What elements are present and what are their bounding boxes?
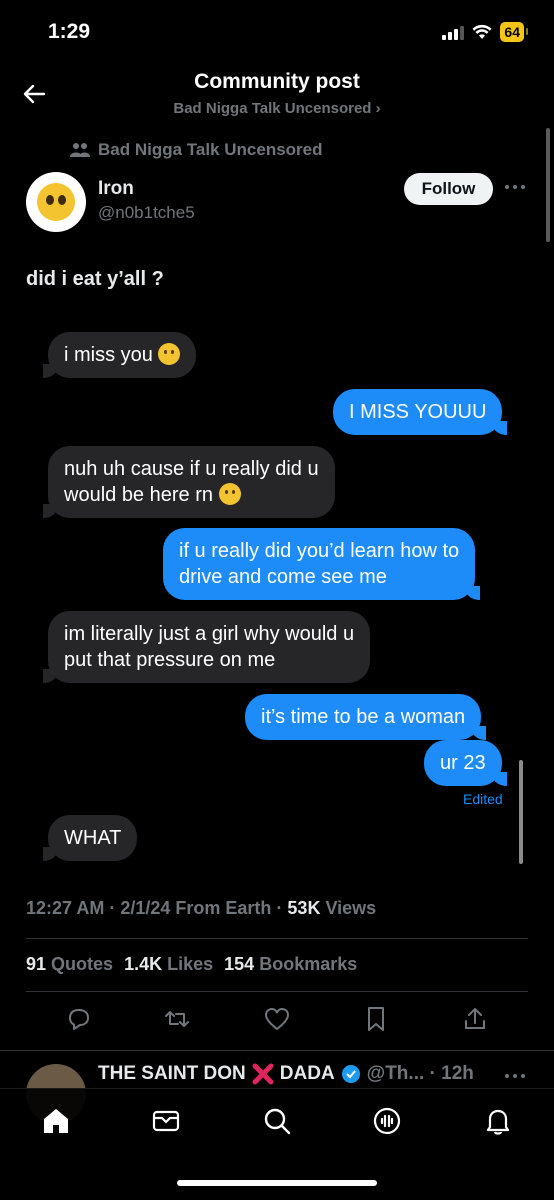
message-text: nuh uh cause if u really did u: [64, 458, 319, 480]
next-tweet-header[interactable]: THE SAINT DON DADA @Th... · 12h: [98, 1063, 474, 1085]
community-icon: [70, 143, 90, 157]
message-bubble: nuh uh cause if u really did u would be …: [43, 446, 335, 518]
divider: [0, 1050, 554, 1051]
post-timestamp: 12:27 AM · 2/1/24 From Earth ·: [26, 898, 288, 918]
community-label-row[interactable]: Bad Nigga Talk Uncensored: [70, 140, 323, 160]
message-text: drive and come see me: [179, 566, 387, 588]
notifications-icon[interactable]: [482, 1105, 514, 1137]
message-bubble: it’s time to be a woman: [245, 694, 487, 740]
author-name[interactable]: Iron: [98, 178, 134, 200]
divider: [26, 991, 528, 992]
home-indicator[interactable]: [177, 1180, 377, 1186]
battery-indicator: 64: [500, 22, 528, 42]
follow-button[interactable]: Follow: [404, 173, 493, 205]
scrollbar[interactable]: [546, 128, 550, 242]
message-bubble: im literally just a girl why would u put…: [42, 611, 371, 683]
message-bubble: ur 23: [424, 740, 507, 786]
next-tweet-author-name-2: DADA: [279, 1063, 335, 1084]
divider: [26, 938, 528, 939]
bookmarks-stat[interactable]: 154 Bookmarks: [224, 954, 357, 975]
message-text: I MISS YOUUU: [349, 401, 487, 423]
post-text: did i eat y’all ?: [26, 268, 164, 290]
wifi-icon: [472, 24, 492, 39]
views-label: Views: [320, 898, 377, 918]
next-tweet-meta: @Th... · 12h: [366, 1063, 474, 1084]
share-icon[interactable]: [460, 1004, 490, 1034]
spaces-icon[interactable]: [371, 1105, 403, 1137]
page-title: Community post: [194, 70, 360, 93]
status-time: 1:29: [48, 20, 91, 43]
more-options-icon[interactable]: [505, 1071, 527, 1081]
like-icon[interactable]: [262, 1004, 292, 1034]
signal-icon: [442, 24, 465, 40]
likes-stat[interactable]: 1.4K Likes: [124, 954, 213, 975]
status-bar: 1:29 64: [0, 0, 554, 62]
message-text: im literally just a girl why would u: [64, 623, 355, 645]
bookmark-icon[interactable]: [361, 1004, 391, 1034]
community-link[interactable]: Bad Nigga Talk Uncensored ›: [0, 100, 554, 117]
status-icons: 64: [442, 22, 528, 42]
post-stats: 91 Quotes 1.4K Likes 154 Bookmarks: [26, 954, 357, 975]
quotes-stat[interactable]: 91 Quotes: [26, 954, 113, 975]
next-tweet-author-name: THE SAINT DON: [98, 1063, 246, 1084]
repost-icon[interactable]: [162, 1004, 192, 1034]
action-bar: [0, 1004, 554, 1038]
search-icon[interactable]: [261, 1105, 293, 1137]
message-bubble: i miss you: [42, 332, 197, 378]
message-text: WHAT: [64, 827, 122, 849]
community-name: Bad Nigga Talk Uncensored: [98, 140, 323, 159]
avatar[interactable]: [26, 172, 86, 232]
edited-label: Edited: [463, 791, 503, 807]
views-count: 53K: [287, 898, 321, 918]
message-bubble: I MISS YOUUU: [333, 389, 508, 435]
frown-emoji: [158, 343, 181, 365]
home-icon[interactable]: [40, 1105, 72, 1137]
message-text: would be here rn: [64, 484, 213, 506]
message-text: ur 23: [440, 752, 486, 774]
image-scrollbar: [519, 760, 523, 864]
more-options-icon[interactable]: [505, 182, 527, 192]
pleading-face-emoji: [37, 183, 75, 221]
reply-icon[interactable]: [64, 1004, 94, 1034]
unamused-emoji: [218, 483, 241, 505]
message-bubble: WHAT: [42, 815, 138, 861]
message-bubble: if u really did you’d learn how to drive…: [163, 528, 481, 600]
message-text: i miss you: [64, 344, 153, 366]
messages-icon[interactable]: [150, 1105, 182, 1137]
author-handle[interactable]: @n0b1tche5: [98, 203, 195, 223]
message-text: it’s time to be a woman: [261, 706, 466, 728]
cross-mark-emoji: [252, 1063, 274, 1085]
header: Community post Bad Nigga Talk Uncensored…: [0, 62, 554, 124]
message-text: if u really did you’d learn how to: [179, 540, 460, 562]
post-meta: 12:27 AM · 2/1/24 From Earth · 53K Views: [26, 898, 376, 919]
verified-badge-icon: [341, 1065, 360, 1083]
message-text: put that pressure on me: [64, 649, 276, 671]
